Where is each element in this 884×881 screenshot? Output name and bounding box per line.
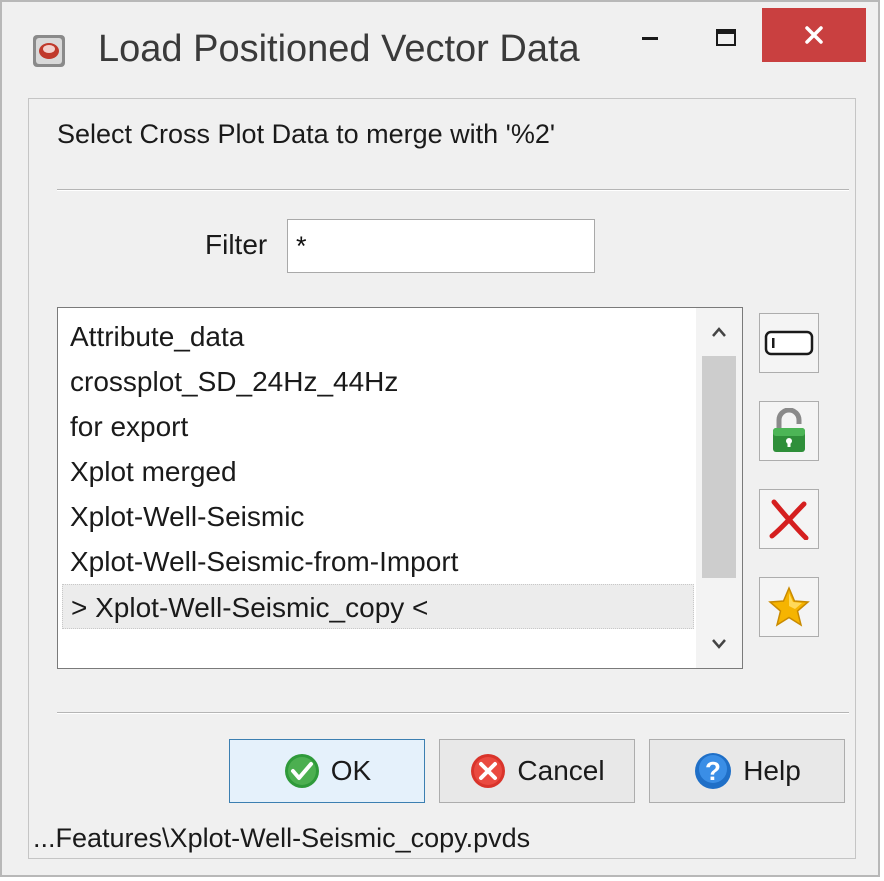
delete-button[interactable] [759,489,819,549]
status-path: ...Features\Xplot-Well-Seismic_copy.pvds [33,823,531,853]
list-item-selected[interactable]: > Xplot-Well-Seismic_copy < [62,584,694,629]
minimize-button[interactable] [620,8,680,68]
separator [57,712,849,714]
list-item[interactable]: Xplot-Well-Seismic [58,494,694,539]
help-label: Help [743,755,801,786]
star-icon [768,586,810,627]
data-listbox[interactable]: Attribute_data crossplot_SD_24Hz_44Hz fo… [57,307,743,669]
list-item[interactable]: for export [58,404,694,449]
scroll-up-button[interactable] [696,310,742,354]
filter-label: Filter [205,229,268,260]
minimize-icon [642,37,658,40]
cancel-icon [469,752,507,790]
list-item[interactable]: Xplot-Well-Seismic-from-Import [58,539,694,584]
cancel-label: Cancel [517,755,605,786]
help-button[interactable]: ? Help [649,739,845,803]
maximize-button[interactable] [696,8,756,68]
app-icon [32,34,66,68]
cancel-button[interactable]: Cancel [439,739,635,803]
delete-icon [769,499,809,540]
list-item[interactable]: Attribute_data [58,314,694,359]
ok-button[interactable]: OK [229,739,425,803]
prompt-text: Select Cross Plot Data to merge with '%2… [57,119,556,149]
list-item[interactable]: crossplot_SD_24Hz_44Hz [58,359,694,404]
ok-label: OK [330,755,372,786]
chevron-down-icon [712,639,726,649]
rename-button[interactable] [759,313,819,373]
help-icon: ? [693,751,733,791]
list-items: Attribute_data crossplot_SD_24Hz_44Hz fo… [58,314,694,629]
dialog-body: Select Cross Plot Data to merge with '%2… [28,98,856,859]
scroll-thumb[interactable] [702,356,736,578]
title-bar[interactable]: Load Positioned Vector Data [2,2,878,98]
unlock-button[interactable] [759,401,819,461]
svg-text:?: ? [705,756,721,786]
close-icon [805,26,823,44]
check-icon [283,752,321,790]
favorite-button[interactable] [759,577,819,637]
chevron-up-icon [712,327,726,337]
vertical-scrollbar[interactable] [696,308,742,668]
filter-input[interactable] [287,219,595,273]
close-button[interactable] [762,8,866,62]
list-item[interactable]: Xplot merged [58,449,694,494]
unlock-icon [773,408,805,452]
separator [57,189,849,191]
rename-icon [764,330,814,356]
dialog-window: Load Positioned Vector Data Select Cross… [0,0,880,877]
maximize-icon [716,29,736,46]
scroll-down-button[interactable] [696,622,742,666]
window-title: Load Positioned Vector Data [98,28,580,70]
